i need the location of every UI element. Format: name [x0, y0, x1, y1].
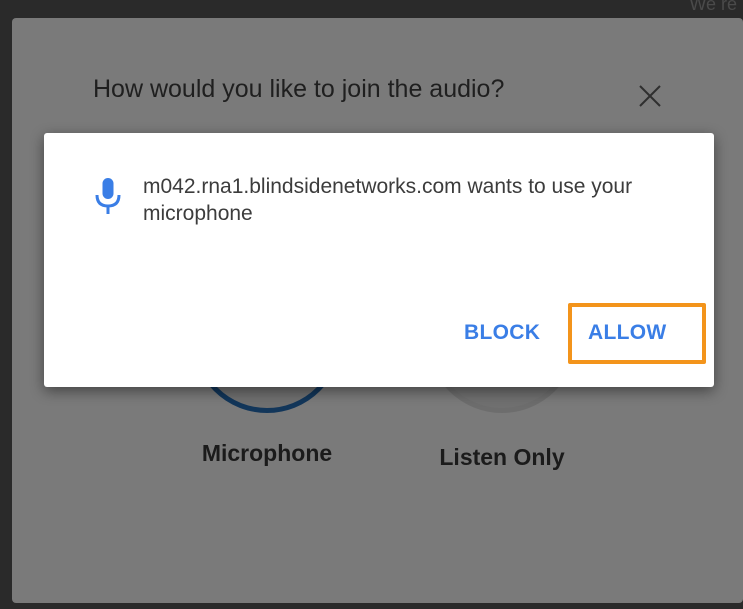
listen-only-option-label: Listen Only	[439, 444, 565, 470]
block-button[interactable]: BLOCK	[464, 321, 540, 345]
modal-title: How would you like to join the audio?	[93, 75, 505, 103]
screen: We re How would you like to join the aud…	[0, 0, 743, 609]
permission-message: m042.rna1.blindsidenetworks.com wants to…	[143, 175, 633, 225]
allow-button[interactable]: ALLOW	[588, 321, 666, 345]
microphone-option-label: Microphone	[201, 440, 333, 466]
microphone-permission-popup: m042.rna1.blindsidenetworks.com wants to…	[44, 133, 714, 387]
background-corner-text: We re	[689, 0, 737, 14]
close-icon[interactable]	[638, 84, 662, 108]
microphone-icon	[95, 178, 121, 214]
